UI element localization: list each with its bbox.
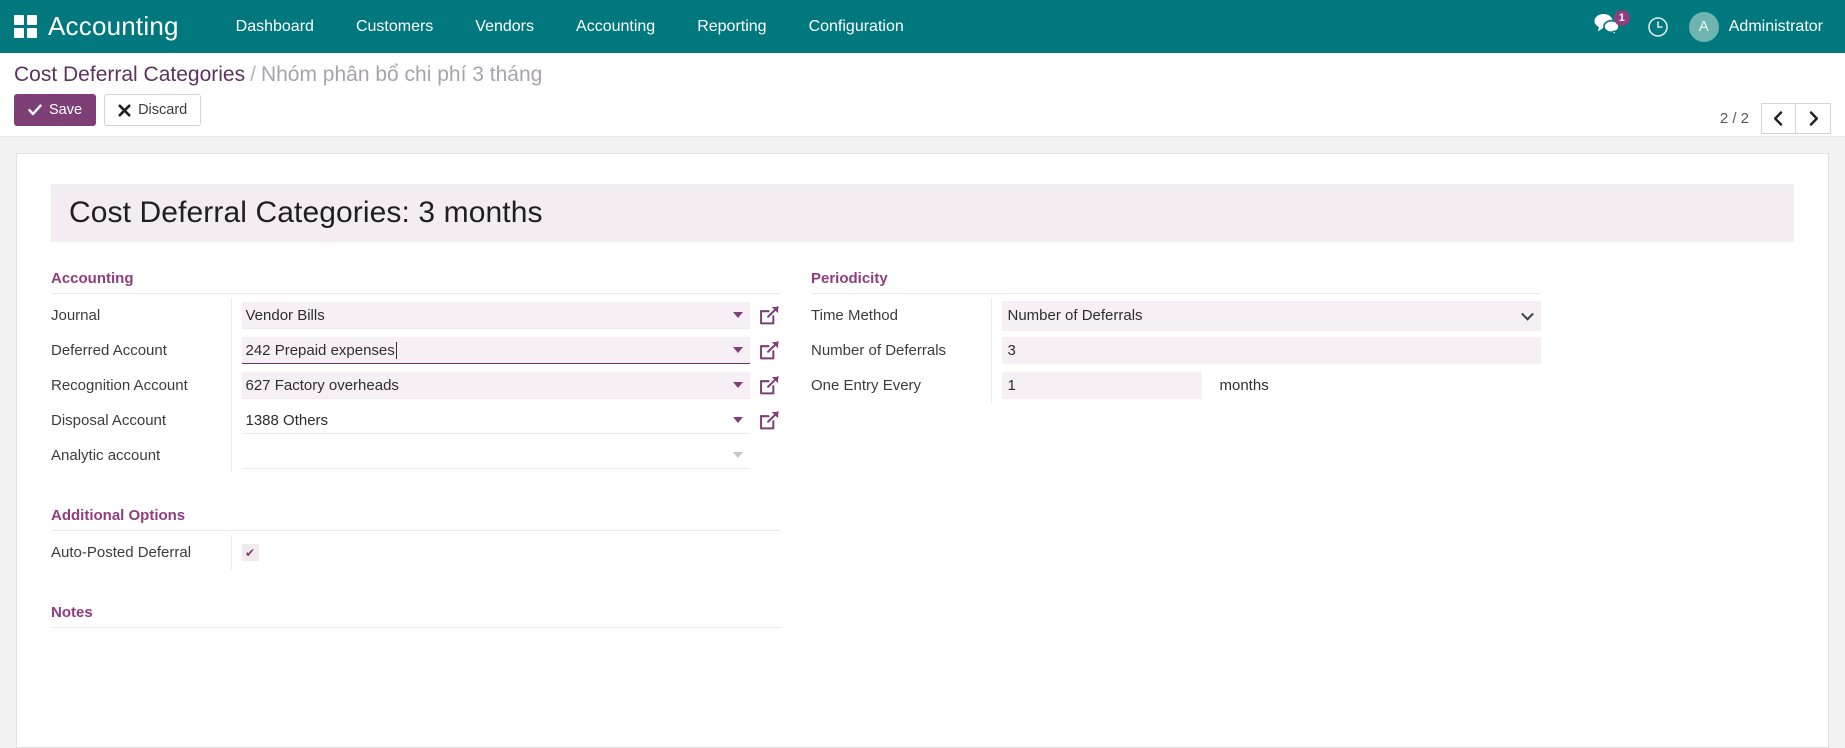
right-column: Periodicity Time Method Number of Deferr… — [811, 270, 1541, 628]
section-spacer — [51, 473, 781, 507]
value-deferred-account: 242 Prepaid expenses — [246, 342, 395, 359]
label-disposal-account: Disposal Account — [51, 403, 231, 438]
dropdown-caret-icon-journal[interactable] — [733, 312, 743, 318]
close-x-icon — [118, 104, 131, 117]
avatar: A — [1689, 12, 1719, 42]
group-title-accounting: Accounting — [51, 270, 781, 294]
input-number-of-deferrals[interactable]: 3 — [1002, 337, 1542, 364]
label-deferred-account: Deferred Account — [51, 333, 231, 368]
dropdown-caret-icon-analytic-account[interactable] — [733, 452, 743, 458]
app-brand-accounting[interactable]: Accounting — [48, 11, 179, 42]
input-analytic-account[interactable] — [242, 442, 751, 469]
menu-configuration[interactable]: Configuration — [788, 0, 925, 53]
label-analytic-account: Analytic account — [51, 438, 231, 473]
user-name-label: Administrator — [1729, 18, 1823, 36]
value-number-of-deferrals: 3 — [1008, 342, 1016, 359]
messages-count-badge: 1 — [1614, 10, 1630, 26]
label-time-method: Time Method — [811, 298, 991, 333]
label-auto-posted-deferral: Auto-Posted Deferral — [51, 535, 231, 570]
group-title-additional-options: Additional Options — [51, 507, 781, 531]
external-link-placeholder — [758, 444, 781, 467]
user-menu[interactable]: A Administrator — [1689, 12, 1823, 42]
field-row-disposal-account: Disposal Account 1388 Others — [51, 403, 781, 438]
navbar-right-tools: 1 A Administrator — [1593, 12, 1827, 42]
group-title-notes: Notes — [51, 604, 781, 628]
menu-accounting[interactable]: Accounting — [555, 0, 676, 53]
form-action-buttons: Save Discard — [14, 94, 1831, 126]
left-column: Accounting Journal Vendor Bills — [51, 270, 781, 628]
messages-icon[interactable]: 1 — [1593, 12, 1627, 42]
menu-dashboard[interactable]: Dashboard — [215, 0, 335, 53]
label-journal: Journal — [51, 298, 231, 333]
suffix-one-entry-every: months — [1220, 377, 1269, 394]
breadcrumb: Cost Deferral Categories/Nhóm phân bổ ch… — [14, 63, 1831, 87]
label-recognition-account: Recognition Account — [51, 368, 231, 403]
value-disposal-account: 1388 Others — [246, 412, 329, 429]
pager-count-label: 2 / 2 — [1720, 110, 1749, 127]
menu-reporting[interactable]: Reporting — [676, 0, 787, 53]
field-row-analytic-account: Analytic account — [51, 438, 781, 473]
discard-button[interactable]: Discard — [104, 94, 201, 126]
breadcrumb-root-link[interactable]: Cost Deferral Categories — [14, 63, 245, 86]
pager-next-button[interactable] — [1796, 103, 1831, 134]
pager-previous-button[interactable] — [1761, 103, 1796, 134]
control-panel: Cost Deferral Categories/Nhóm phân bổ ch… — [0, 53, 1845, 137]
input-deferred-account[interactable]: 242 Prepaid expenses — [242, 337, 751, 364]
select-time-method[interactable]: Number of Deferrals — [1002, 301, 1542, 331]
external-link-icon-recognition-account[interactable] — [758, 374, 781, 397]
discard-button-label: Discard — [138, 102, 187, 118]
accounting-fields-table: Journal Vendor Bills — [51, 298, 781, 473]
menu-vendors[interactable]: Vendors — [454, 0, 555, 53]
save-button[interactable]: Save — [14, 94, 96, 126]
checkbox-auto-posted-deferral[interactable]: ✔ — [242, 544, 259, 561]
pager-buttons — [1761, 103, 1831, 134]
page-title: Cost Deferral Categories: 3 months — [69, 196, 1776, 230]
input-one-entry-every[interactable]: 1 — [1002, 372, 1202, 399]
value-recognition-account: 627 Factory overheads — [246, 377, 399, 394]
periodicity-fields-table: Time Method Number of Deferrals Number — [811, 298, 1541, 403]
chevron-left-icon — [1773, 111, 1784, 126]
notes-spacer — [51, 570, 781, 604]
field-row-number-of-deferrals: Number of Deferrals 3 — [811, 333, 1541, 368]
field-row-recognition-account: Recognition Account 627 Factory overhead… — [51, 368, 781, 403]
record-title-banner: Cost Deferral Categories: 3 months — [51, 184, 1794, 242]
chevron-right-icon — [1808, 111, 1819, 126]
value-time-method: Number of Deferrals — [1008, 307, 1143, 324]
value-one-entry-every: 1 — [1008, 377, 1016, 394]
menu-customers[interactable]: Customers — [335, 0, 454, 53]
form-sheet: Cost Deferral Categories: 3 months Accou… — [16, 153, 1829, 748]
input-journal[interactable]: Vendor Bills — [242, 302, 751, 329]
field-row-deferred-account: Deferred Account 242 Prepaid expenses — [51, 333, 781, 368]
external-link-icon-disposal-account[interactable] — [758, 409, 781, 432]
field-row-one-entry-every: One Entry Every 1 months — [811, 368, 1541, 403]
input-disposal-account[interactable]: 1388 Others — [242, 407, 751, 434]
dropdown-caret-icon-deferred-account[interactable] — [733, 347, 743, 353]
save-button-label: Save — [49, 102, 82, 118]
breadcrumb-current-record: Nhóm phân bổ chi phí 3 tháng — [261, 63, 542, 86]
additional-options-table: Auto-Posted Deferral ✔ — [51, 535, 781, 570]
external-link-icon-deferred-account[interactable] — [758, 339, 781, 362]
field-row-journal: Journal Vendor Bills — [51, 298, 781, 333]
external-link-icon-journal[interactable] — [758, 304, 781, 327]
text-caret — [396, 342, 397, 359]
group-title-periodicity: Periodicity — [811, 270, 1541, 294]
field-row-auto-posted-deferral: Auto-Posted Deferral ✔ — [51, 535, 781, 570]
breadcrumb-separator: / — [250, 63, 256, 86]
record-pager: 2 / 2 — [1720, 103, 1831, 134]
label-number-of-deferrals: Number of Deferrals — [811, 333, 991, 368]
dropdown-caret-icon-disposal-account[interactable] — [733, 417, 743, 423]
label-one-entry-every: One Entry Every — [811, 368, 991, 403]
value-journal: Vendor Bills — [246, 307, 325, 324]
form-sheet-background: Cost Deferral Categories: 3 months Accou… — [0, 137, 1845, 748]
chevron-down-icon-time-method — [1521, 307, 1534, 320]
field-row-time-method: Time Method Number of Deferrals — [811, 298, 1541, 333]
dropdown-caret-icon-recognition-account[interactable] — [733, 382, 743, 388]
clock-icon[interactable] — [1647, 16, 1669, 38]
apps-grid-icon[interactable] — [12, 14, 38, 40]
input-recognition-account[interactable]: 627 Factory overheads — [242, 372, 751, 399]
form-columns: Accounting Journal Vendor Bills — [51, 270, 1794, 628]
top-navbar: Accounting Dashboard Customers Vendors A… — [0, 0, 1845, 53]
check-icon — [28, 103, 42, 117]
